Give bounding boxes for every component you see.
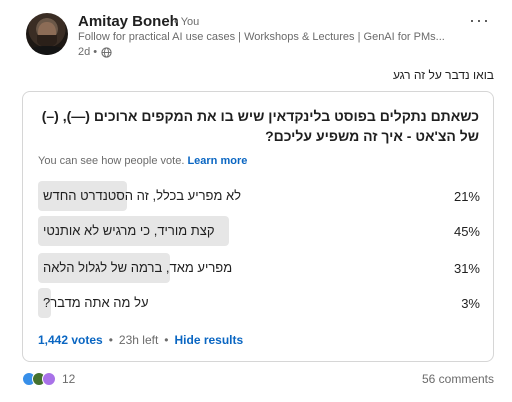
poll-visibility-note: You can see how people vote. Learn more: [38, 155, 247, 167]
poll-option-label: קצת מוריד, כי מרגיש לא אותנטי: [43, 223, 215, 238]
support-icon: [42, 372, 56, 386]
reactions-summary[interactable]: 12: [22, 372, 75, 386]
poll-option[interactable]: מפריע מאד, ברמה של לגלול הלאה 31%: [38, 253, 480, 283]
footer-separator: •: [108, 333, 113, 347]
poll-option[interactable]: לא מפריע בכלל, זה הסטנדרט החדש 21%: [38, 181, 480, 211]
more-options-icon[interactable]: ···: [469, 10, 490, 31]
poll-option-label: מפריע מאד, ברמה של לגלול הלאה: [43, 260, 233, 275]
poll-card: כשאתם נתקלים בפוסט בלינקדאין שיש בו את ה…: [22, 91, 494, 362]
poll-option-percent: 21%: [453, 189, 480, 204]
learn-more-link[interactable]: Learn more: [187, 155, 247, 167]
hide-results-button[interactable]: Hide results: [175, 333, 244, 347]
poll-option-label: על מה אתה מדבר?: [43, 295, 149, 310]
post-header: Amitay Boneh • You Follow for practical …: [0, 0, 512, 66]
author-name[interactable]: Amitay Boneh: [78, 13, 179, 30]
poll-option[interactable]: קצת מוריד, כי מרגיש לא אותנטי 45%: [38, 216, 480, 246]
author-relation: • You: [174, 16, 200, 28]
poll-option-percent: 45%: [453, 224, 480, 239]
avatar-shirt: [30, 46, 64, 55]
globe-icon: [101, 46, 112, 58]
comments-count-link[interactable]: 56 comments: [422, 372, 494, 386]
post-meta: 2d •: [78, 46, 112, 58]
poll-option-percent: 31%: [453, 261, 480, 276]
author-tagline: Follow for practical AI use cases | Work…: [78, 31, 445, 43]
poll-option-label: לא מפריע בכלל, זה הסטנדרט החדש: [43, 188, 242, 203]
poll-option[interactable]: על מה אתה מדבר? 3%: [38, 288, 480, 318]
footer-separator: •: [164, 333, 169, 347]
poll-option-percent: 3%: [461, 296, 480, 311]
poll-question: כשאתם נתקלים בפוסט בלינקדאין שיש בו את ה…: [41, 108, 479, 144]
post-age: 2d •: [78, 46, 98, 58]
vote-count-link[interactable]: 1,442 votes: [38, 333, 103, 347]
author-avatar[interactable]: [26, 13, 68, 55]
reaction-count: 12: [62, 372, 76, 386]
time-left: 23h left: [118, 333, 159, 347]
visibility-note-text: You can see how people vote.: [38, 155, 185, 167]
post-text: בואו נדבר על זה רגע: [392, 68, 494, 82]
poll-footer: 1,442 votes • 23h left • Hide results: [38, 333, 243, 347]
